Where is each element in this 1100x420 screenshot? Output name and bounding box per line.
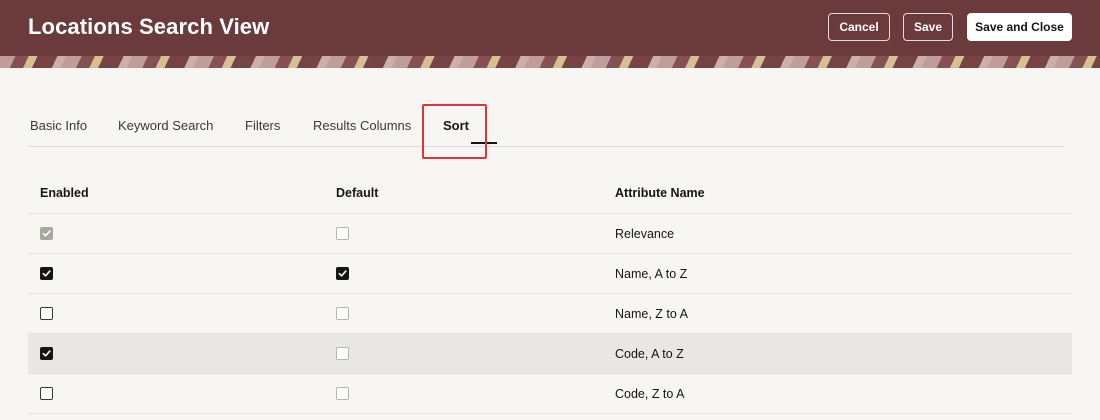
enabled-cell	[40, 294, 53, 333]
enabled-checkbox[interactable]	[40, 267, 53, 280]
tab-keyword-search[interactable]: Keyword Search	[118, 118, 213, 133]
default-cell	[336, 294, 349, 333]
sort-table: Enabled Default Attribute Name Relevance…	[28, 172, 1072, 414]
tab-basic-info[interactable]: Basic Info	[30, 118, 87, 133]
sort-tab-highlight	[422, 104, 487, 159]
attribute-name: Name, A to Z	[615, 266, 688, 281]
column-header-attribute-name: Attribute Name	[615, 185, 705, 200]
attribute-name: Code, A to Z	[615, 346, 684, 361]
checkmark-icon	[338, 269, 347, 278]
tab-results-columns[interactable]: Results Columns	[313, 118, 411, 133]
header-decorative-band	[0, 56, 1100, 68]
tab-bar: Basic Info Keyword Search Filters Result…	[28, 108, 1064, 147]
tab-filters[interactable]: Filters	[245, 118, 280, 133]
page-title: Locations Search View	[28, 14, 270, 39]
enabled-cell	[40, 214, 53, 253]
enabled-checkbox	[40, 227, 53, 240]
attribute-name: Code, Z to A	[615, 386, 685, 401]
default-checkbox[interactable]	[336, 267, 349, 280]
enabled-checkbox[interactable]	[40, 347, 53, 360]
checkmark-icon	[42, 229, 51, 238]
default-cell	[336, 334, 349, 373]
table-row: Name, Z to A	[28, 294, 1072, 334]
checkmark-icon	[42, 269, 51, 278]
enabled-checkbox[interactable]	[40, 387, 53, 400]
default-checkbox	[336, 307, 349, 320]
default-checkbox	[336, 347, 349, 360]
table-header-row: Enabled Default Attribute Name	[28, 172, 1072, 214]
attribute-name: Relevance	[615, 226, 675, 241]
default-cell	[336, 374, 349, 413]
default-cell	[336, 254, 349, 293]
column-header-default: Default	[336, 185, 379, 200]
enabled-cell	[40, 374, 53, 413]
save-and-close-button[interactable]: Save and Close	[967, 13, 1072, 41]
page-header: Locations Search View Cancel Save Save a…	[0, 0, 1100, 68]
checkmark-icon	[42, 349, 51, 358]
enabled-checkbox[interactable]	[40, 307, 53, 320]
table-row: Code, Z to A	[28, 374, 1072, 414]
default-checkbox	[336, 387, 349, 400]
enabled-cell	[40, 334, 53, 373]
column-header-enabled: Enabled	[40, 185, 89, 200]
attribute-name: Name, Z to A	[615, 306, 688, 321]
table-row: Name, A to Z	[28, 254, 1072, 294]
table-row: Relevance	[28, 214, 1072, 254]
default-cell	[336, 214, 349, 253]
default-checkbox	[336, 227, 349, 240]
cancel-button[interactable]: Cancel	[828, 13, 890, 41]
save-button[interactable]: Save	[903, 13, 953, 41]
table-row: Code, A to Z	[28, 334, 1072, 374]
enabled-cell	[40, 254, 53, 293]
